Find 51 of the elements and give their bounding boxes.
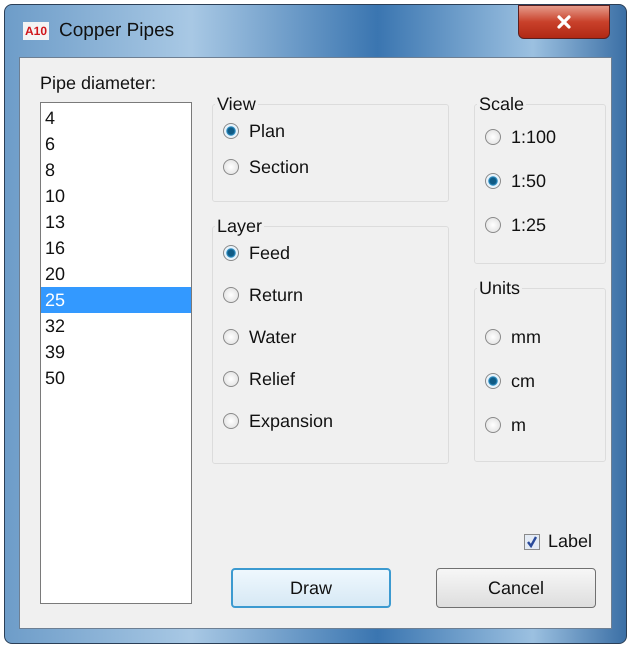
radio-option[interactable]: mm [485,321,605,353]
field-label: Pipe diameter: [40,72,158,94]
radio-option[interactable]: Relief [223,363,448,395]
group-title: Layer [216,216,264,237]
radio-option[interactable]: cm [485,365,605,397]
radio-button[interactable] [223,329,239,345]
radio-option[interactable]: 1:100 [485,121,605,153]
radio-button[interactable] [485,373,501,389]
list-item[interactable]: 32 [41,313,191,339]
radio-option[interactable]: m [485,409,605,441]
radio-option[interactable]: Feed [223,237,448,269]
diameter-listbox[interactable]: 4 6 8 10 13 16 20 25 32 39 50 [40,102,192,604]
list-item[interactable]: 6 [41,131,191,157]
radio-option[interactable]: 1:25 [485,209,605,241]
group-title: Units [478,278,522,299]
radio-option[interactable]: Section [223,151,448,183]
radio-button[interactable] [223,123,239,139]
radio-option[interactable]: Expansion [223,405,448,437]
list-item[interactable]: 50 [41,365,191,391]
radio-button[interactable] [485,129,501,145]
list-item[interactable]: 20 [41,261,191,287]
radio-button[interactable] [485,417,501,433]
group-title: Scale [478,94,526,115]
list-item[interactable]: 39 [41,339,191,365]
list-item[interactable]: 4 [41,105,191,131]
check-icon [526,536,538,548]
list-item[interactable]: 8 [41,157,191,183]
list-item[interactable]: 13 [41,209,191,235]
radio-button[interactable] [223,245,239,261]
checkbox[interactable] [524,534,540,550]
close-icon [556,15,572,29]
window-title: Copper Pipes [59,20,174,42]
radio-option[interactable]: Return [223,279,448,311]
radio-button[interactable] [223,287,239,303]
label-checkbox[interactable]: Label [524,531,596,552]
radio-button[interactable] [223,159,239,175]
dialog-button[interactable]: Cancel [436,568,596,608]
group-title: View [216,94,257,115]
radio-button[interactable] [485,217,501,233]
radio-button[interactable] [485,173,501,189]
radio-option[interactable]: Water [223,321,448,353]
radio-button[interactable] [485,329,501,345]
radio-button[interactable] [223,371,239,387]
list-item[interactable]: 16 [41,235,191,261]
radio-option[interactable]: 1:50 [485,165,605,197]
list-item[interactable]: 10 [41,183,191,209]
dialog-button[interactable]: Draw [231,568,391,608]
app-icon: A10 [23,22,50,40]
close-button[interactable] [518,5,610,39]
radio-option[interactable]: Plan [223,115,448,147]
radio-button[interactable] [223,413,239,429]
